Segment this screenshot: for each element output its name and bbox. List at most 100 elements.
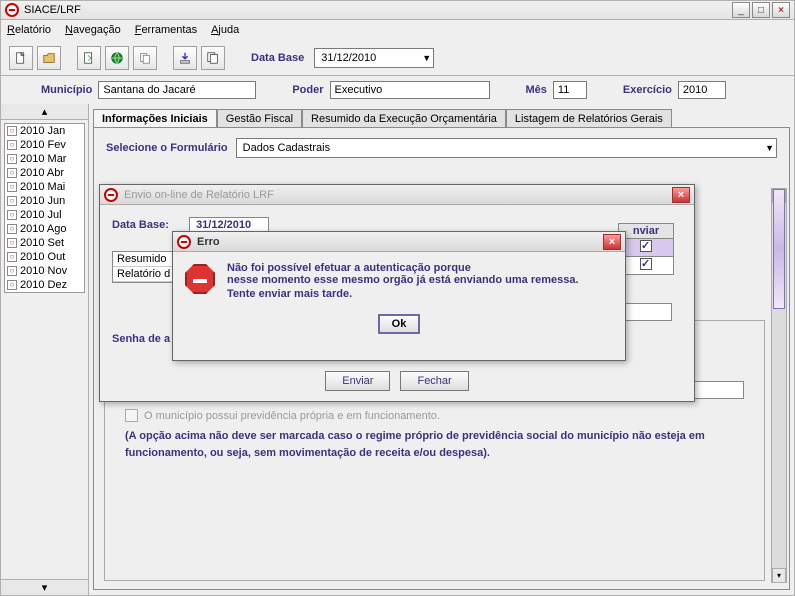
open-button[interactable] xyxy=(37,46,61,70)
selecione-label: Selecione o Formulário xyxy=(106,142,228,154)
month-icon: ○ xyxy=(7,280,17,290)
exercicio-field[interactable]: 2010 xyxy=(678,81,726,99)
dialog-erro-close[interactable]: × xyxy=(603,234,621,250)
checkbox-icon[interactable] xyxy=(640,258,652,270)
dialog-erro: Erro × Não foi possível efetuar a autent… xyxy=(172,231,626,361)
window-title: SIACE/LRF xyxy=(24,4,81,16)
fechar-button[interactable]: Fechar xyxy=(400,371,468,391)
previdencia-note: (A opção acima não deve ser marcada caso… xyxy=(125,428,744,461)
dlg1-database-label: Data Base: xyxy=(112,219,186,231)
dialog-erro-title: Erro xyxy=(197,236,220,248)
menu-ajuda[interactable]: Ajuda xyxy=(211,24,239,36)
window-controls: _ □ × xyxy=(732,2,790,18)
month-item: ○2010 Out xyxy=(5,250,84,264)
minimize-button[interactable]: _ xyxy=(732,2,750,18)
chevron-down-icon: ▼ xyxy=(422,53,431,63)
scroll-down-button[interactable]: ▾ xyxy=(772,568,786,583)
menu-ferramentas[interactable]: Ferramentas xyxy=(135,24,197,36)
sidebar: ▴ ○2010 Jan ○2010 Fev ○2010 Mar ○2010 Ab… xyxy=(1,104,89,595)
month-icon: ○ xyxy=(7,252,17,262)
sidebar-scroll-up[interactable]: ▴ xyxy=(1,104,88,120)
month-icon: ○ xyxy=(7,154,17,164)
previdencia-checkbox[interactable] xyxy=(125,409,138,422)
menu-relatorio[interactable]: RRelatórioelatório xyxy=(7,24,51,36)
month-icon: ○ xyxy=(7,140,17,150)
filter-row: Município Santana do Jacaré Poder Execut… xyxy=(0,76,795,104)
grid-cell[interactable] xyxy=(618,257,674,275)
error-message: Não foi possível efetuar a autenticação … xyxy=(227,262,579,300)
municipio-field[interactable]: Santana do Jacaré xyxy=(98,81,256,99)
copy-button[interactable] xyxy=(133,46,157,70)
grid-header-enviar: nviar xyxy=(618,223,674,239)
new-doc-button[interactable] xyxy=(9,46,33,70)
month-icon: ○ xyxy=(7,266,17,276)
poder-field[interactable]: Executivo xyxy=(330,81,490,99)
tab-row: Informações Iniciais Gestão Fiscal Resum… xyxy=(93,108,790,127)
month-item: ○2010 Set xyxy=(5,236,84,250)
scrollbar[interactable]: ▴ ▾ xyxy=(771,188,787,583)
municipio-label: Município xyxy=(41,84,92,96)
checkbox-icon[interactable] xyxy=(640,240,652,252)
dialog-envio-titlebar[interactable]: Envio on-line de Relatório LRF × xyxy=(100,185,694,205)
download-button[interactable] xyxy=(173,46,197,70)
titlebar: SIACE/LRF _ □ × xyxy=(0,0,795,20)
selecione-combo[interactable]: Dados Cadastrais ▼ xyxy=(236,138,777,158)
grid-cell[interactable] xyxy=(618,239,674,257)
app-icon xyxy=(5,3,19,17)
selecione-value: Dados Cadastrais xyxy=(243,142,330,154)
ok-button[interactable]: Ok xyxy=(378,314,421,334)
scroll-thumb[interactable] xyxy=(773,189,785,309)
dialog-envio-title: Envio on-line de Relatório LRF xyxy=(124,189,274,201)
month-list[interactable]: ○2010 Jan ○2010 Fev ○2010 Mar ○2010 Abr … xyxy=(4,123,85,293)
dialog-envio-close[interactable]: × xyxy=(672,187,690,203)
dialog-erro-titlebar[interactable]: Erro × xyxy=(173,232,625,252)
web-button[interactable] xyxy=(105,46,129,70)
month-item: ○2010 Nov xyxy=(5,264,84,278)
exercicio-label: Exercício xyxy=(623,84,672,96)
dialog-erro-body: Não foi possível efetuar a autenticação … xyxy=(173,252,625,310)
month-item: ○2010 Jul xyxy=(5,208,84,222)
maximize-button[interactable]: □ xyxy=(752,2,770,18)
month-icon: ○ xyxy=(7,196,17,206)
dlg1-enviar-grid: nviar xyxy=(618,223,674,275)
close-button[interactable]: × xyxy=(772,2,790,18)
month-item: ○2010 Jan xyxy=(5,124,84,138)
month-icon: ○ xyxy=(7,224,17,234)
tab-gestao[interactable]: Gestão Fiscal xyxy=(217,109,302,128)
month-item: ○2010 Fev xyxy=(5,138,84,152)
menu-navegacao[interactable]: Navegação xyxy=(65,24,121,36)
mes-field[interactable]: 11 xyxy=(553,81,587,99)
month-item: ○2010 Mai xyxy=(5,180,84,194)
menubar: RRelatórioelatório Navegação Ferramentas… xyxy=(0,20,795,40)
month-icon: ○ xyxy=(7,168,17,178)
dlg1-senha-label: Senha de a xyxy=(112,333,170,345)
tab-listagem[interactable]: Listagem de Relatórios Gerais xyxy=(506,109,672,128)
month-item: ○2010 Dez xyxy=(5,278,84,292)
data-base-value: 31/12/2010 xyxy=(321,52,376,64)
enviar-button[interactable]: Enviar xyxy=(325,371,390,391)
error-icon xyxy=(185,264,215,294)
month-item: ○2010 Jun xyxy=(5,194,84,208)
data-base-label: Data Base xyxy=(251,52,304,64)
month-icon: ○ xyxy=(7,210,17,220)
tab-resumido[interactable]: Resumido da Execução Orçamentária xyxy=(302,109,506,128)
app-icon xyxy=(104,188,118,202)
stack-button[interactable] xyxy=(201,46,225,70)
poder-label: Poder xyxy=(292,84,323,96)
chevron-down-icon: ▼ xyxy=(765,143,774,153)
month-icon: ○ xyxy=(7,238,17,248)
month-item: ○2010 Mar xyxy=(5,152,84,166)
data-base-combo[interactable]: 31/12/2010 ▼ xyxy=(314,48,434,68)
month-icon: ○ xyxy=(7,182,17,192)
app-icon xyxy=(177,235,191,249)
import-button[interactable] xyxy=(77,46,101,70)
tab-informacoes[interactable]: Informações Iniciais xyxy=(93,109,217,128)
toolbar: Data Base 31/12/2010 ▼ xyxy=(0,40,795,76)
dialog-envio-body: Data Base: 31/12/2010 Resumido Relatório… xyxy=(100,205,694,225)
sidebar-scroll-down[interactable]: ▾ xyxy=(1,579,88,595)
month-item: ○2010 Ago xyxy=(5,222,84,236)
mes-label: Mês xyxy=(526,84,547,96)
month-icon: ○ xyxy=(7,126,17,136)
month-item: ○2010 Abr xyxy=(5,166,84,180)
previdencia-text: O município possui previdência própria e… xyxy=(144,410,440,422)
